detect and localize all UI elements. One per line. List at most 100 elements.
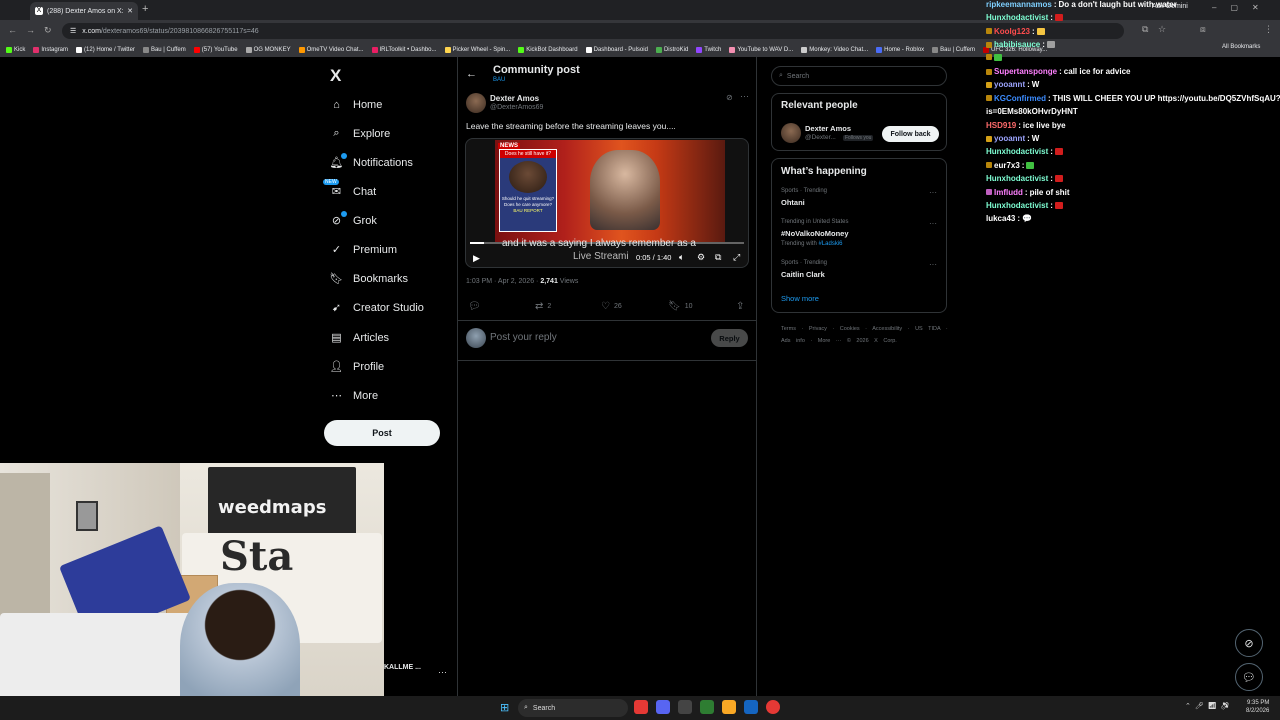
bookmark-item[interactable]: Kick xyxy=(6,46,25,53)
sidebar-item-home[interactable]: ⌂ Home xyxy=(330,98,382,111)
bookmark-item[interactable]: Monkey: Video Chat... xyxy=(801,46,868,53)
avatar[interactable] xyxy=(781,123,801,143)
chat-username[interactable]: lukca43 xyxy=(986,214,1015,223)
chat-username[interactable]: ripkeemannamos xyxy=(986,0,1052,9)
sidebar-item-creator-studio[interactable]: ➹ Creator Studio xyxy=(330,301,424,315)
grok-float-button[interactable]: ⊘ xyxy=(1235,629,1263,657)
show-more-link[interactable]: Show more xyxy=(781,294,819,303)
bookmark-item[interactable]: DistroKid xyxy=(655,46,688,53)
x-logo-icon[interactable]: X xyxy=(330,66,341,86)
reload-icon[interactable]: ↻ xyxy=(44,25,52,36)
chat-username[interactable]: Hunxhodactivist xyxy=(986,174,1048,183)
account-more-icon[interactable]: ··· xyxy=(438,667,447,677)
more-icon[interactable]: ··· xyxy=(740,91,749,101)
follow-back-button[interactable]: Follow back xyxy=(882,126,939,142)
app-taskbar-icon[interactable] xyxy=(700,700,714,714)
sidebar-item-profile[interactable]: 👤︎ Profile xyxy=(330,360,385,374)
browser-tab[interactable]: X (288) Dexter Amos on X: "Leave... ✕ xyxy=(30,2,138,20)
reply-button[interactable]: Reply xyxy=(711,329,748,347)
bookmark-item[interactable]: (57) YouTube xyxy=(193,46,238,53)
settings-icon[interactable]: ⚙ xyxy=(697,252,705,263)
back-arrow-icon[interactable]: ← xyxy=(466,68,477,80)
avatar[interactable] xyxy=(466,93,486,113)
chat-username[interactable]: Hunxhodactivist xyxy=(986,147,1048,156)
relevant-handle[interactable]: @Dexter... xyxy=(805,134,836,141)
play-icon[interactable]: ▶ xyxy=(473,253,480,264)
bookmark-action[interactable]: 🔖︎ 10 xyxy=(668,301,693,312)
chrome-taskbar-icon[interactable] xyxy=(634,700,648,714)
fullscreen-icon[interactable]: ⤢ xyxy=(733,252,740,263)
bookmark-item[interactable]: OG MONKEY xyxy=(245,46,291,53)
grok-icon[interactable]: ⊘ xyxy=(726,93,733,102)
sidebar-item-chat[interactable]: ✉ NEW Chat xyxy=(323,179,376,198)
sidebar-item-bookmarks[interactable]: 🔖︎ Bookmarks xyxy=(330,272,409,286)
reply-input[interactable]: Post your reply xyxy=(490,332,557,343)
bookmark-item[interactable]: IRLToolkit • Dashbo... xyxy=(371,46,437,53)
discord-taskbar-icon[interactable] xyxy=(656,700,670,714)
trend-name[interactable]: #NoValkoNoMoney xyxy=(781,229,849,238)
reply-action[interactable]: 💬︎ xyxy=(468,301,481,312)
chat-username[interactable]: habibisauce xyxy=(994,40,1040,49)
chat-username[interactable]: Hunxhodactivist xyxy=(986,13,1048,22)
bookmark-item[interactable]: Dashboard - Pulsoid xyxy=(585,46,648,53)
trend-name[interactable]: Ohtani xyxy=(781,198,805,207)
chat-username[interactable]: eur7x3 xyxy=(994,161,1020,170)
forward-arrow-icon[interactable]: → xyxy=(26,25,35,35)
obs-taskbar-icon[interactable] xyxy=(678,700,692,714)
like-action[interactable]: ♡ 26 xyxy=(601,301,622,312)
site-info-icon[interactable]: ☰ xyxy=(70,27,76,35)
chat-username[interactable]: yooannt xyxy=(994,134,1025,143)
system-tray[interactable]: ⌃🎤︎📶︎🔊︎ xyxy=(1185,702,1234,710)
trend-more-icon[interactable]: ··· xyxy=(929,188,937,197)
close-tab-icon[interactable]: ✕ xyxy=(127,7,133,15)
bookmark-item[interactable]: Home - Roblox xyxy=(876,46,924,53)
bookmark-item[interactable]: YouTube to WAV D... xyxy=(729,46,793,53)
sidebar-item-articles[interactable]: ▤ Articles xyxy=(330,331,389,345)
trend-name[interactable]: Caitlin Clark xyxy=(781,270,825,279)
footer-links[interactable]: Terms · Privacy · Cookies · Accessibilit… xyxy=(781,323,951,347)
bookmark-item[interactable]: Bau | Cuffem xyxy=(932,46,975,53)
chrome-active-taskbar-icon[interactable] xyxy=(766,700,780,714)
bookmark-item[interactable]: Instagram xyxy=(33,46,68,53)
bookmark-item[interactable]: (12) Home / Twitter xyxy=(76,46,135,53)
sidebar-item-more[interactable]: ⋯ More xyxy=(330,389,378,403)
trend-with-tag[interactable]: #Ladski6 xyxy=(818,241,842,247)
bookmark-item[interactable]: Twitch xyxy=(696,46,721,53)
search-input[interactable]: ⌕ Search xyxy=(771,66,947,86)
chat-username[interactable]: KGConfirmed xyxy=(994,94,1046,103)
repost-action[interactable]: ⇄ 2 xyxy=(535,301,551,312)
trend-more-icon[interactable]: ··· xyxy=(929,219,937,228)
bookmark-item[interactable]: OmeTV Video Chat... xyxy=(298,46,364,53)
bookmark-item[interactable]: Picker Wheel - Spin... xyxy=(444,46,510,53)
steam-taskbar-icon[interactable] xyxy=(744,700,758,714)
chat-username[interactable]: HSD919 xyxy=(986,121,1016,130)
taskbar-search[interactable]: ⌕ Search xyxy=(518,699,628,717)
trend-more-icon[interactable]: ··· xyxy=(929,260,937,269)
chat-username[interactable]: Koolg123 xyxy=(994,27,1030,36)
sidebar-item-notifications[interactable]: 🔔︎ Notifications xyxy=(330,153,413,169)
url-input[interactable]: ☰ x.com/dexteramos69/status/203981086682… xyxy=(62,23,1124,39)
volume-icon[interactable]: 🔈︎ xyxy=(679,252,684,263)
chat-username[interactable]: Hunxhodactivist xyxy=(986,201,1048,210)
back-arrow-icon[interactable]: ← xyxy=(8,25,17,35)
author-name[interactable]: Dexter Amos xyxy=(490,94,539,103)
sidebar-item-explore[interactable]: ⌕ Explore xyxy=(330,127,390,140)
bookmark-item[interactable]: Bau | Cuffem xyxy=(142,46,186,53)
new-tab-button[interactable]: + xyxy=(142,3,148,15)
chat-username[interactable]: Supertansponge xyxy=(994,67,1057,76)
taskbar-clock[interactable]: 9:35 PM 8/2/2026 xyxy=(1246,699,1269,715)
messages-float-button[interactable]: 💬︎ xyxy=(1235,663,1263,691)
community-link[interactable]: BAU xyxy=(493,77,505,83)
relevant-name[interactable]: Dexter Amos xyxy=(805,124,851,133)
bookmark-item[interactable]: KickBot Dashboard xyxy=(518,46,578,53)
account-name[interactable]: KALLME ... xyxy=(384,664,421,671)
post-button[interactable]: Post xyxy=(324,420,440,446)
chat-username[interactable]: yooannt xyxy=(994,80,1025,89)
author-handle[interactable]: @DexterAmos69 xyxy=(490,104,543,111)
chat-username[interactable]: Imfludd xyxy=(994,188,1023,197)
share-action[interactable]: ⇪ xyxy=(736,301,744,312)
file-explorer-taskbar-icon[interactable] xyxy=(722,700,736,714)
picture-in-picture-icon[interactable]: ⧉ xyxy=(715,252,721,263)
windows-start-icon[interactable]: ⊞ xyxy=(500,701,509,714)
sidebar-item-grok[interactable]: ⊘ Grok xyxy=(330,211,377,227)
